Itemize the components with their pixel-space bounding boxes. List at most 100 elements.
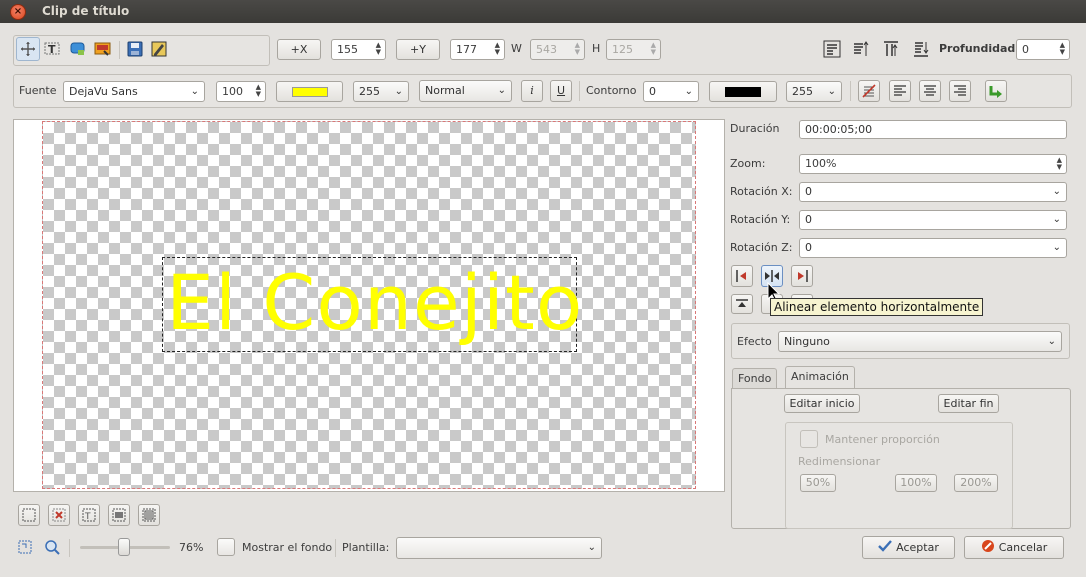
tab-animation[interactable]: Animación xyxy=(785,366,855,389)
select-all-button[interactable] xyxy=(18,504,40,526)
chevron-down-icon: ⌄ xyxy=(1052,242,1061,253)
resize-200-button[interactable]: 200% xyxy=(954,474,998,492)
underline-button[interactable]: U xyxy=(550,80,572,102)
template-select[interactable]: ⌄ xyxy=(396,537,602,559)
chevron-down-icon: ⌄ xyxy=(497,85,506,96)
align-top-edge-button[interactable] xyxy=(731,294,753,314)
font-family-value: DejaVu Sans xyxy=(69,85,138,98)
show-background-checkbox[interactable] xyxy=(217,538,235,556)
align-center-button[interactable] xyxy=(919,80,941,102)
align-horizontal-center-icon xyxy=(765,270,779,282)
align-left-edge-button[interactable] xyxy=(731,265,753,287)
effect-select[interactable]: Ninguno ⌄ xyxy=(778,331,1062,352)
raise-to-top-icon[interactable] xyxy=(820,37,844,61)
select-images-button[interactable] xyxy=(138,504,160,526)
text-tool-icon[interactable]: T xyxy=(41,37,65,61)
tab-background[interactable]: Fondo xyxy=(732,368,778,389)
cancel-button[interactable]: Cancelar xyxy=(964,536,1064,559)
chevron-down-icon: ⌄ xyxy=(1052,214,1061,225)
check-icon xyxy=(878,540,893,552)
outline-alpha-select[interactable]: 255 ⌄ xyxy=(786,81,842,102)
font-color-button[interactable] xyxy=(276,81,343,102)
rotation-y-value: 0 xyxy=(805,213,812,226)
zoom-slider-handle[interactable] xyxy=(118,538,130,556)
spinner-arrows-icon: ▲ ▼ xyxy=(1059,41,1065,56)
rotation-y-select[interactable]: 0 ⌄ xyxy=(799,210,1067,230)
rotation-x-label: Rotación X: xyxy=(730,185,793,198)
separator xyxy=(850,81,851,101)
width-value: 543 xyxy=(536,43,557,56)
align-right-edge-icon xyxy=(798,270,808,282)
x-nudge-button[interactable]: +X xyxy=(277,39,321,60)
align-left-icon xyxy=(894,85,906,96)
x-position-spinner[interactable]: 155 ▲ ▼ xyxy=(331,39,386,60)
zoom-original-icon[interactable] xyxy=(40,535,64,559)
select-tool-icon[interactable] xyxy=(16,37,40,61)
separator xyxy=(335,539,336,557)
align-right-edge-button[interactable] xyxy=(791,265,813,287)
align-top-edge-icon xyxy=(736,299,748,307)
font-size-spinner[interactable]: 100 ▲ ▼ xyxy=(216,81,266,102)
outline-width-value: 0 xyxy=(649,85,656,98)
rotation-x-select[interactable]: 0 ⌄ xyxy=(799,182,1067,202)
spinner-arrows-icon: ▲ ▼ xyxy=(494,41,500,56)
font-weight-select[interactable]: Normal ⌄ xyxy=(419,80,512,102)
svg-text:T: T xyxy=(48,43,56,56)
effect-label: Efecto xyxy=(737,335,772,348)
rotation-z-label: Rotación Z: xyxy=(730,241,793,254)
italic-button[interactable]: i xyxy=(521,80,543,102)
chevron-down-icon: ⌄ xyxy=(190,86,199,97)
align-right-button[interactable] xyxy=(949,80,971,102)
outline-color-swatch xyxy=(725,87,761,97)
edit-end-button[interactable]: Editar fin xyxy=(938,394,999,413)
width-label: W xyxy=(511,42,522,55)
duration-input[interactable]: 00:00:05;00 xyxy=(799,120,1067,139)
resize-50-button[interactable]: 50% xyxy=(800,474,836,492)
y-nudge-button[interactable]: +Y xyxy=(396,39,440,60)
zoom-spinner[interactable]: 100% ▲ ▼ xyxy=(799,154,1067,174)
outline-width-select[interactable]: 0 ⌄ xyxy=(643,81,699,102)
spinner-arrows-icon: ▲ ▼ xyxy=(375,41,381,56)
align-left-button[interactable] xyxy=(889,80,911,102)
edit-start-button[interactable]: Editar inicio xyxy=(784,394,860,413)
tab-animation-label: Animación xyxy=(791,370,849,383)
rectangle-tool-icon[interactable] xyxy=(66,37,90,61)
separator xyxy=(579,81,580,101)
rotation-z-select[interactable]: 0 ⌄ xyxy=(799,238,1067,258)
edit-template-icon[interactable] xyxy=(147,37,171,61)
y-position-spinner[interactable]: 177 ▲ ▼ xyxy=(450,39,505,60)
select-text-button[interactable]: T xyxy=(78,504,100,526)
save-icon[interactable] xyxy=(123,37,147,61)
spinner-arrows-icon: ▲ ▼ xyxy=(1056,156,1062,171)
keep-ratio-checkbox[interactable] xyxy=(800,430,818,448)
title-text[interactable]: El Conejito xyxy=(166,258,583,348)
depth-spinner[interactable]: 0 ▲ ▼ xyxy=(1016,39,1070,60)
accept-label: Aceptar xyxy=(896,541,939,554)
align-left-edge-icon xyxy=(736,270,746,282)
image-tool-icon[interactable] xyxy=(91,37,115,61)
tooltip: Alinear elemento horizontalmente xyxy=(770,298,984,316)
outline-color-button[interactable] xyxy=(709,81,777,102)
chevron-down-icon: ⌄ xyxy=(1052,186,1061,197)
chevron-down-icon: ⌄ xyxy=(827,86,836,97)
fit-view-icon[interactable] xyxy=(13,535,37,559)
select-rects-button[interactable] xyxy=(108,504,130,526)
template-label: Plantilla: xyxy=(342,541,390,554)
unselect-button[interactable] xyxy=(48,504,70,526)
close-icon[interactable]: × xyxy=(10,4,26,20)
title-bar: × Clip de título xyxy=(0,0,1086,23)
lower-to-bottom-icon[interactable] xyxy=(909,37,933,61)
align-none-button[interactable] xyxy=(858,80,880,102)
font-alpha-select[interactable]: 255 ⌄ xyxy=(353,81,409,102)
effect-value: Ninguno xyxy=(784,335,830,348)
tab-background-label: Fondo xyxy=(738,372,772,385)
accept-button[interactable]: Aceptar xyxy=(862,536,955,559)
raise-icon[interactable] xyxy=(849,37,873,61)
resize-label: Redimensionar xyxy=(798,455,881,468)
lower-icon[interactable] xyxy=(879,37,903,61)
font-family-select[interactable]: DejaVu Sans ⌄ xyxy=(63,81,205,102)
resize-100-button[interactable]: 100% xyxy=(895,474,937,492)
align-center-icon xyxy=(924,85,936,96)
apply-button[interactable] xyxy=(985,80,1007,102)
cancel-label: Cancelar xyxy=(998,541,1048,554)
